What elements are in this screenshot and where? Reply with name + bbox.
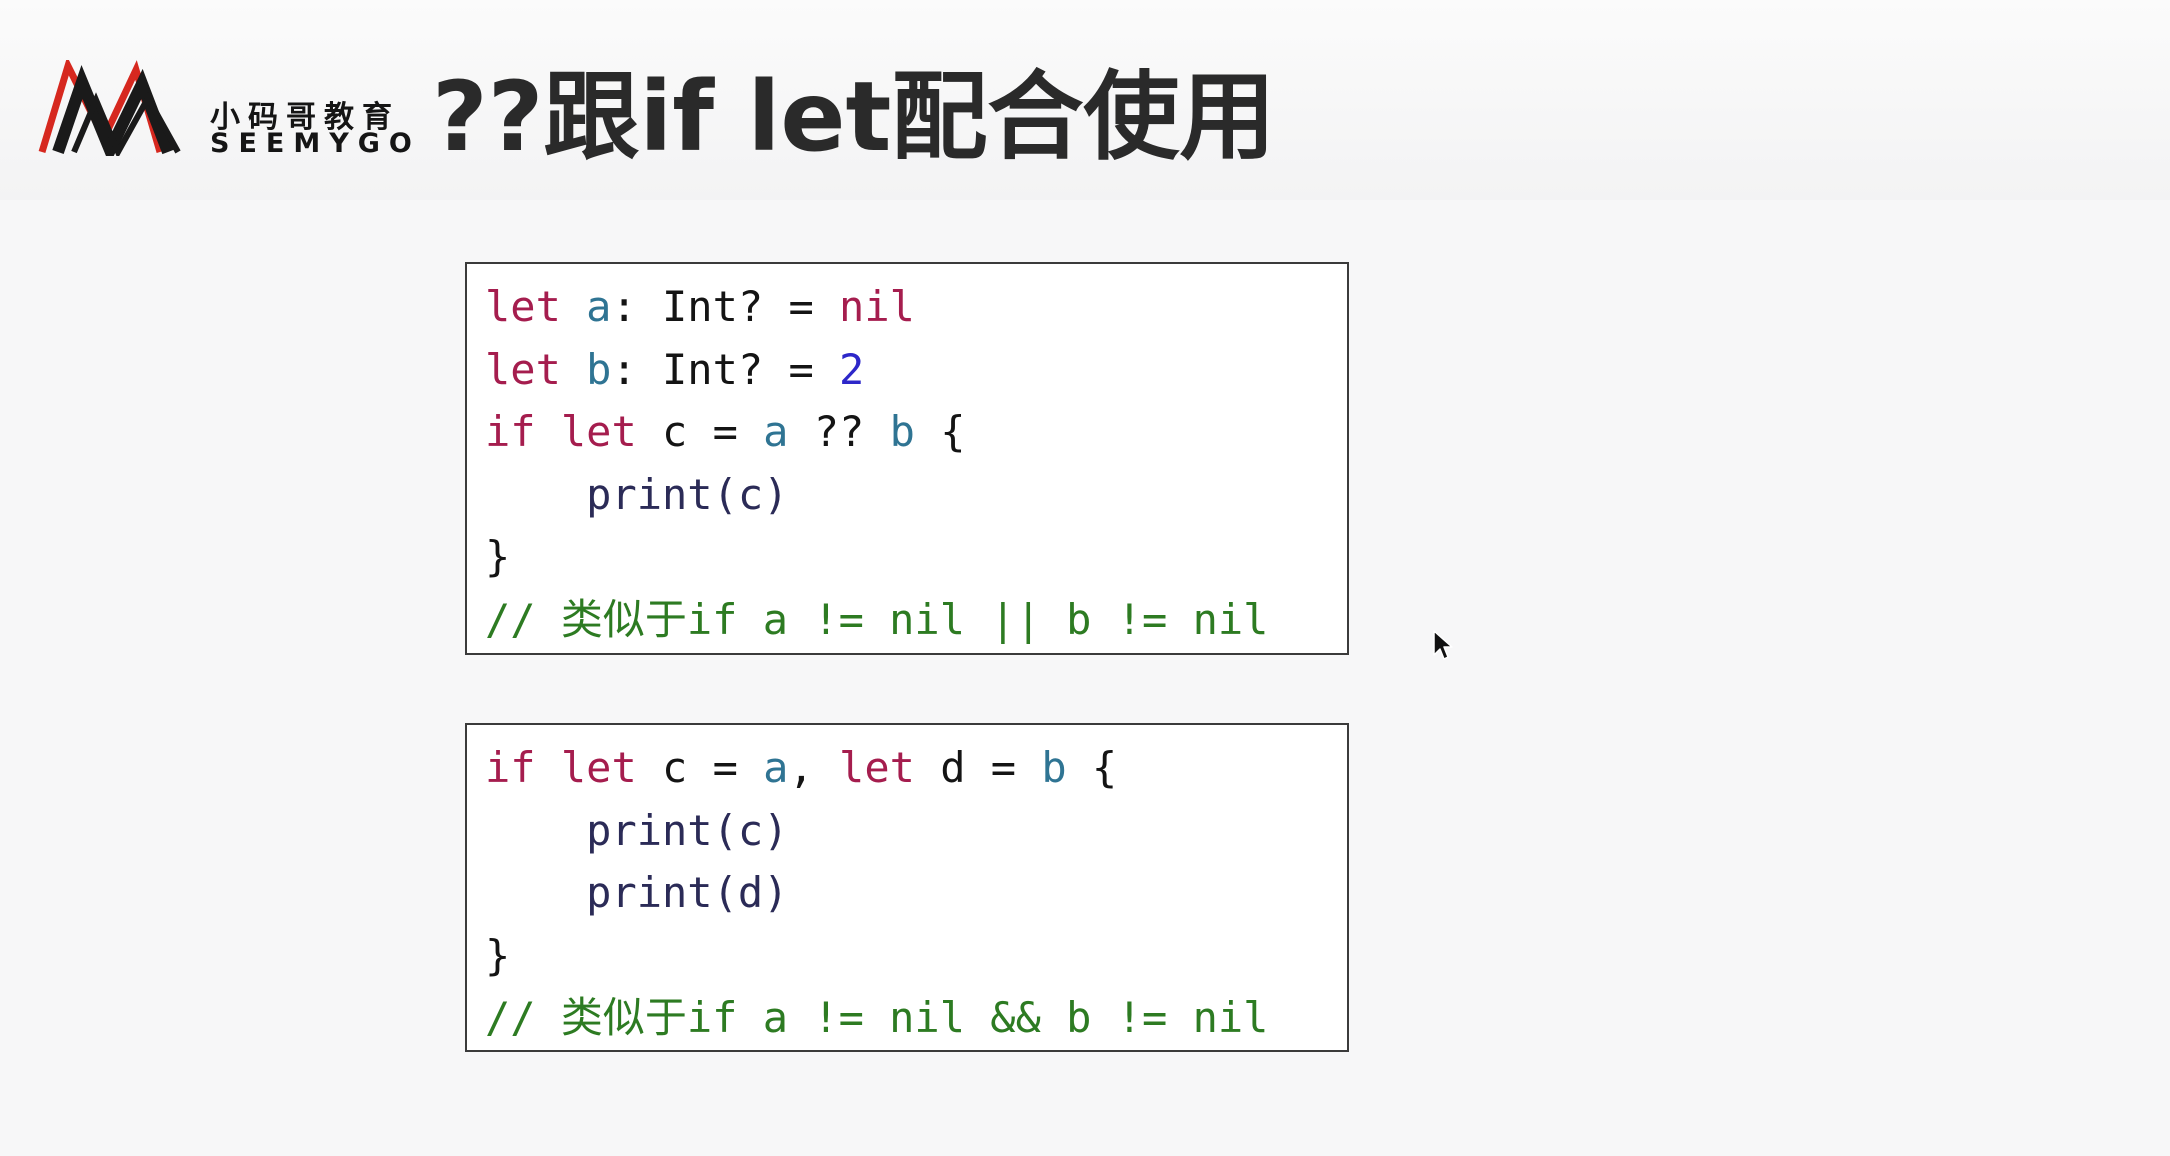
keyword: let xyxy=(560,743,637,792)
code-text: } xyxy=(485,930,511,980)
code-line: if let c = a ?? b { xyxy=(485,401,1329,464)
code-line: print(d) xyxy=(485,862,1329,925)
keyword: if xyxy=(485,743,536,792)
code-line: print(c) xyxy=(485,800,1329,863)
seemygo-logo: 小码哥教育 SEEMYGO xyxy=(38,60,412,160)
code-line: let b: Int? = 2 xyxy=(485,339,1329,402)
logo-english-text: SEEMYGO xyxy=(210,128,421,159)
mouse-cursor-icon xyxy=(1433,630,1453,660)
code-text: : Int? = xyxy=(611,282,840,331)
slide-title: ??跟if let配合使用 xyxy=(432,61,1276,173)
keyword: nil xyxy=(839,282,915,331)
code-text: { xyxy=(914,407,966,456)
keyword: if xyxy=(485,407,536,456)
number-literal: 2 xyxy=(839,344,865,394)
seemygo-logo-icon xyxy=(38,60,181,156)
function-call: print(c) xyxy=(586,805,789,855)
function-call: print(c) xyxy=(586,469,789,519)
code-comment: // 类似于if a != nil || b != nil xyxy=(485,594,1269,644)
variable: b xyxy=(1041,743,1067,792)
variable: a xyxy=(763,743,789,792)
variable: a xyxy=(763,407,789,456)
code-text: : Int? = xyxy=(611,344,840,394)
keyword: let xyxy=(485,344,561,394)
variable: b xyxy=(586,344,612,394)
code-block-nil-coalescing: let a: Int? = nil let b: Int? = 2 if let c… xyxy=(465,262,1349,655)
code-line: } xyxy=(485,526,1329,589)
code-comment: // 类似于if a != nil && b != nil xyxy=(485,993,1269,1042)
variable: a xyxy=(586,282,612,331)
keyword: let xyxy=(485,282,561,331)
code-text: , xyxy=(788,743,840,792)
code-line: if let c = a, let d = b { xyxy=(485,737,1329,800)
code-line: // 类似于if a != nil || b != nil xyxy=(485,589,1329,652)
keyword: let xyxy=(839,743,915,792)
variable: b xyxy=(889,407,915,456)
keyword: let xyxy=(560,407,637,456)
slide-header: 小码哥教育 SEEMYGO ??跟if let配合使用 xyxy=(0,0,2170,200)
code-line: } xyxy=(485,925,1329,988)
function-call: print(d) xyxy=(586,868,789,917)
code-text: d = xyxy=(914,743,1042,792)
code-line: print(c) xyxy=(485,464,1329,527)
code-text: { xyxy=(1066,743,1118,792)
code-block-multiple-optional-binding: if let c = a, let d = b { print(c) print… xyxy=(465,723,1349,1052)
code-text: } xyxy=(485,532,511,581)
code-text: c = xyxy=(636,407,764,456)
code-text: c = xyxy=(636,743,764,792)
code-line: // 类似于if a != nil && b != nil xyxy=(485,987,1329,1050)
code-text: ?? xyxy=(788,407,890,456)
code-line: let a: Int? = nil xyxy=(485,276,1329,339)
